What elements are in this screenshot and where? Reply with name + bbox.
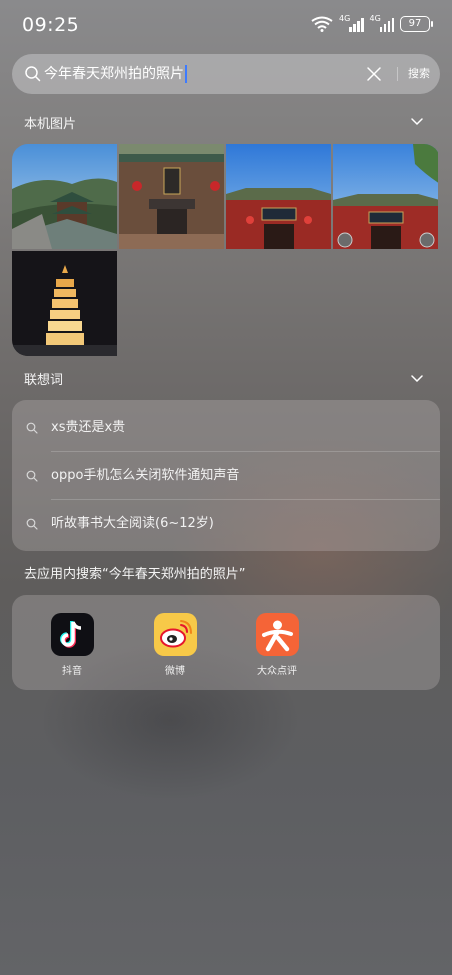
local-photos-title: 本机图片: [24, 117, 77, 132]
in-app-search-title: 去应用内搜索“今年春天郑州拍的照片”: [24, 567, 246, 582]
app-label: 大众点评: [257, 666, 297, 677]
suggestions-card: xs贵还是x贵 oppo手机怎么关闭软件通知声音 听故事书大全阅读(6~12岁): [12, 400, 440, 551]
suggestion-text: oppo手机怎么关闭软件通知声音: [51, 468, 240, 483]
battery-level: 97: [408, 18, 422, 29]
search-icon: [25, 66, 41, 82]
app-dianping[interactable]: 大众点评: [247, 613, 307, 677]
suggestions-title: 联想词: [24, 373, 64, 388]
search-bar[interactable]: 今年春天郑州拍的照片 搜索: [12, 54, 440, 94]
status-bar: 09:25 4G 4G 97: [0, 0, 452, 52]
network-type-2: 4G: [369, 14, 381, 23]
douyin-icon: [50, 613, 94, 656]
status-time: 09:25: [22, 14, 80, 36]
app-label: 抖音: [62, 666, 82, 677]
app-weibo[interactable]: 微博: [145, 613, 205, 677]
search-button[interactable]: 搜索: [408, 54, 430, 94]
wifi-icon: [311, 16, 333, 32]
search-icon: [26, 422, 38, 434]
search-icon: [26, 518, 38, 530]
battery-icon: 97: [400, 16, 433, 32]
suggestion-text: xs贵还是x贵: [51, 420, 126, 435]
suggestion-item[interactable]: xs贵还是x贵: [12, 404, 440, 452]
chevron-down-icon[interactable]: [410, 374, 424, 384]
dianping-icon: [255, 613, 299, 656]
photo-thumbnail[interactable]: [12, 251, 117, 356]
photo-thumbnail[interactable]: [226, 144, 331, 249]
search-icon: [26, 470, 38, 482]
suggestion-item[interactable]: 听故事书大全阅读(6~12岁): [12, 500, 440, 548]
apps-card: 抖音 微博 大众点评: [12, 595, 440, 690]
photo-thumbnail[interactable]: [12, 144, 117, 249]
network-type-1: 4G: [339, 14, 351, 23]
weibo-icon: [153, 613, 197, 656]
photo-grid: [12, 144, 440, 356]
clear-icon[interactable]: [366, 66, 382, 82]
search-input[interactable]: 今年春天郑州拍的照片: [44, 54, 354, 94]
status-icons: 4G 4G 97: [311, 14, 433, 32]
suggestion-item[interactable]: oppo手机怎么关闭软件通知声音: [12, 452, 440, 500]
suggestion-text: 听故事书大全阅读(6~12岁): [51, 516, 214, 531]
chevron-down-icon[interactable]: [410, 117, 424, 127]
search-query: 今年春天郑州拍的照片: [44, 66, 184, 82]
photo-thumbnail[interactable]: [333, 144, 438, 249]
app-label: 微博: [165, 666, 185, 677]
cellular-signal-1-icon: 4G: [339, 14, 364, 32]
app-douyin[interactable]: 抖音: [42, 613, 102, 677]
text-cursor: [185, 65, 187, 83]
photo-thumbnail[interactable]: [119, 144, 224, 249]
cellular-signal-2-icon: 4G: [369, 14, 394, 32]
search-divider: [397, 67, 398, 81]
